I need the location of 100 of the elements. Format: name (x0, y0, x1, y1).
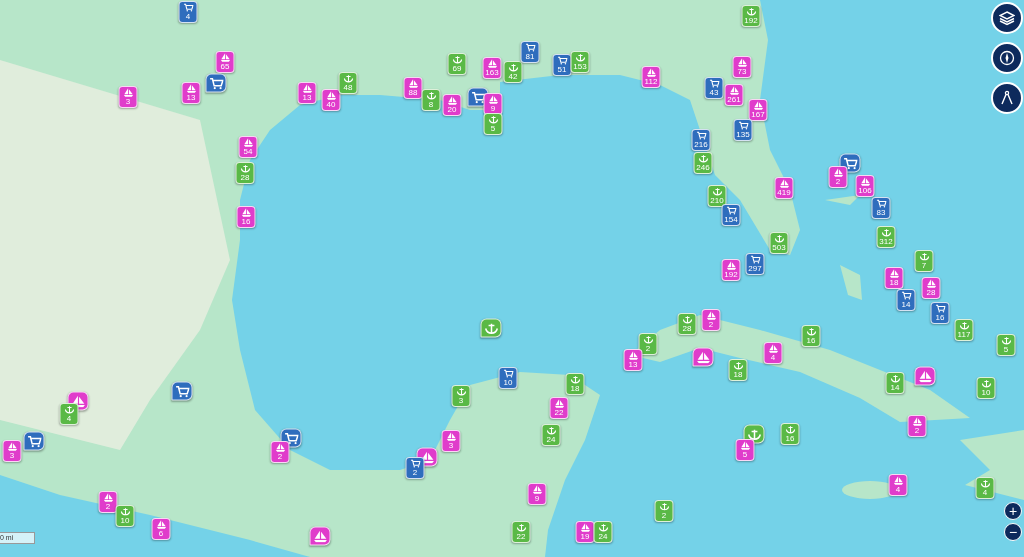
sailboat-marker[interactable]: 4 (888, 474, 908, 496)
shop-marker[interactable] (205, 73, 227, 93)
sailboat-marker[interactable]: 18 (884, 267, 904, 289)
anchorage-marker[interactable]: 2 (638, 333, 658, 355)
sailboat-marker[interactable]: 5 (735, 439, 755, 461)
sailboat-marker[interactable]: 13 (623, 349, 643, 371)
sailboat-marker[interactable] (692, 347, 714, 367)
anchorage-marker[interactable]: 8 (421, 89, 441, 111)
sailboat-marker[interactable]: 19 (575, 521, 595, 543)
shop-marker[interactable]: 154 (721, 204, 741, 226)
sailboat-marker[interactable]: 88 (403, 77, 423, 99)
sailboat-marker[interactable]: 65 (215, 51, 235, 73)
shop-marker[interactable]: 81 (520, 41, 540, 63)
sailboat-marker[interactable]: 2 (907, 415, 927, 437)
shop-marker[interactable] (23, 431, 45, 451)
cart-icon (183, 3, 193, 12)
sailboat-marker[interactable]: 192 (721, 259, 741, 281)
sailboat-marker[interactable]: 13 (297, 82, 317, 104)
shop-marker[interactable]: 83 (871, 197, 891, 219)
anchorage-marker[interactable] (743, 424, 765, 444)
sailboat-marker[interactable]: 9 (483, 93, 503, 115)
layers-button[interactable] (991, 2, 1023, 34)
anchorage-marker[interactable]: 153 (570, 51, 590, 73)
shop-marker[interactable]: 135 (733, 119, 753, 141)
sailboat-marker[interactable]: 3 (441, 430, 461, 452)
sailboat-marker[interactable]: 4 (763, 342, 783, 364)
sailboat-icon (408, 79, 418, 88)
sailboat-marker[interactable]: 3 (2, 440, 22, 462)
shop-marker[interactable]: 10 (498, 367, 518, 389)
sailboat-marker[interactable]: 2 (270, 441, 290, 463)
shop-marker[interactable]: 297 (745, 253, 765, 275)
compass-button[interactable] (991, 42, 1023, 74)
shop-marker[interactable]: 14 (896, 289, 916, 311)
anchor-icon (598, 523, 608, 532)
sailboat-marker[interactable]: 40 (321, 89, 341, 111)
anchorage-marker[interactable]: 210 (707, 185, 727, 207)
sailboat-marker[interactable]: 9 (527, 483, 547, 505)
anchorage-marker[interactable]: 2 (654, 500, 674, 522)
shop-marker[interactable]: 2 (405, 457, 425, 479)
sailboat-marker[interactable]: 28 (921, 277, 941, 299)
measure-button[interactable] (991, 82, 1023, 114)
shop-marker[interactable]: 16 (930, 302, 950, 324)
anchor-icon (64, 405, 74, 414)
sailboat-icon (753, 101, 763, 110)
anchorage-marker[interactable]: 69 (447, 53, 467, 75)
anchorage-marker[interactable]: 312 (876, 226, 896, 248)
shop-marker[interactable]: 4 (178, 1, 198, 23)
anchorage-marker[interactable]: 5 (996, 334, 1016, 356)
sailboat-marker[interactable]: 22 (549, 397, 569, 419)
anchorage-marker[interactable]: 503 (769, 232, 789, 254)
anchorage-marker[interactable]: 3 (451, 385, 471, 407)
sailboat-marker[interactable]: 2 (98, 491, 118, 513)
anchorage-marker[interactable]: 4 (59, 403, 79, 425)
sailboat-marker[interactable]: 20 (442, 94, 462, 116)
shop-marker[interactable]: 43 (704, 77, 724, 99)
anchorage-marker[interactable]: 117 (954, 319, 974, 341)
shop-marker[interactable] (171, 381, 193, 401)
anchorage-marker[interactable]: 192 (741, 5, 761, 27)
anchorage-marker[interactable] (480, 318, 502, 338)
sailboat-marker[interactable] (914, 366, 936, 386)
anchorage-marker[interactable]: 22 (511, 521, 531, 543)
sailboat-icon (918, 370, 932, 382)
sailboat-marker[interactable]: 261 (724, 84, 744, 106)
sailboat-icon (889, 269, 899, 278)
anchorage-marker[interactable]: 10 (115, 505, 135, 527)
sailboat-marker[interactable]: 6 (151, 518, 171, 540)
sailboat-marker[interactable]: 2 (828, 166, 848, 188)
sailboat-marker[interactable]: 419 (774, 177, 794, 199)
anchorage-marker[interactable]: 246 (693, 152, 713, 174)
anchorage-marker[interactable]: 14 (885, 372, 905, 394)
anchorage-marker[interactable]: 16 (780, 423, 800, 445)
anchorage-marker[interactable]: 10 (976, 377, 996, 399)
anchorage-marker[interactable]: 42 (503, 61, 523, 83)
anchorage-marker[interactable]: 5 (483, 113, 503, 135)
sailboat-marker[interactable]: 163 (482, 57, 502, 79)
anchorage-marker[interactable]: 7 (914, 250, 934, 272)
sailboat-marker[interactable]: 54 (238, 136, 258, 158)
sailboat-marker[interactable]: 112 (641, 66, 661, 88)
zoom-in-button[interactable]: + (1004, 502, 1022, 520)
shop-marker[interactable]: 216 (691, 129, 711, 151)
sailboat-marker[interactable] (309, 526, 331, 546)
anchorage-marker[interactable]: 28 (235, 162, 255, 184)
sailboat-marker[interactable]: 16 (236, 206, 256, 228)
sailboat-marker[interactable]: 13 (181, 82, 201, 104)
shop-marker[interactable]: 51 (552, 54, 572, 76)
sailboat-marker[interactable]: 3 (118, 86, 138, 108)
sailboat-marker[interactable]: 73 (732, 56, 752, 78)
anchorage-marker[interactable]: 48 (338, 72, 358, 94)
sailboat-icon (532, 485, 542, 494)
anchorage-marker[interactable]: 24 (593, 521, 613, 543)
sailboat-marker[interactable]: 2 (701, 309, 721, 331)
anchorage-marker[interactable]: 18 (565, 373, 585, 395)
sailboat-marker[interactable]: 106 (855, 175, 875, 197)
anchorage-marker[interactable]: 18 (728, 359, 748, 381)
sailboat-marker[interactable]: 167 (748, 99, 768, 121)
zoom-out-button[interactable]: − (1004, 523, 1022, 541)
anchorage-marker[interactable]: 28 (677, 313, 697, 335)
anchorage-marker[interactable]: 16 (801, 325, 821, 347)
anchorage-marker[interactable]: 24 (541, 424, 561, 446)
anchorage-marker[interactable]: 4 (975, 477, 995, 499)
